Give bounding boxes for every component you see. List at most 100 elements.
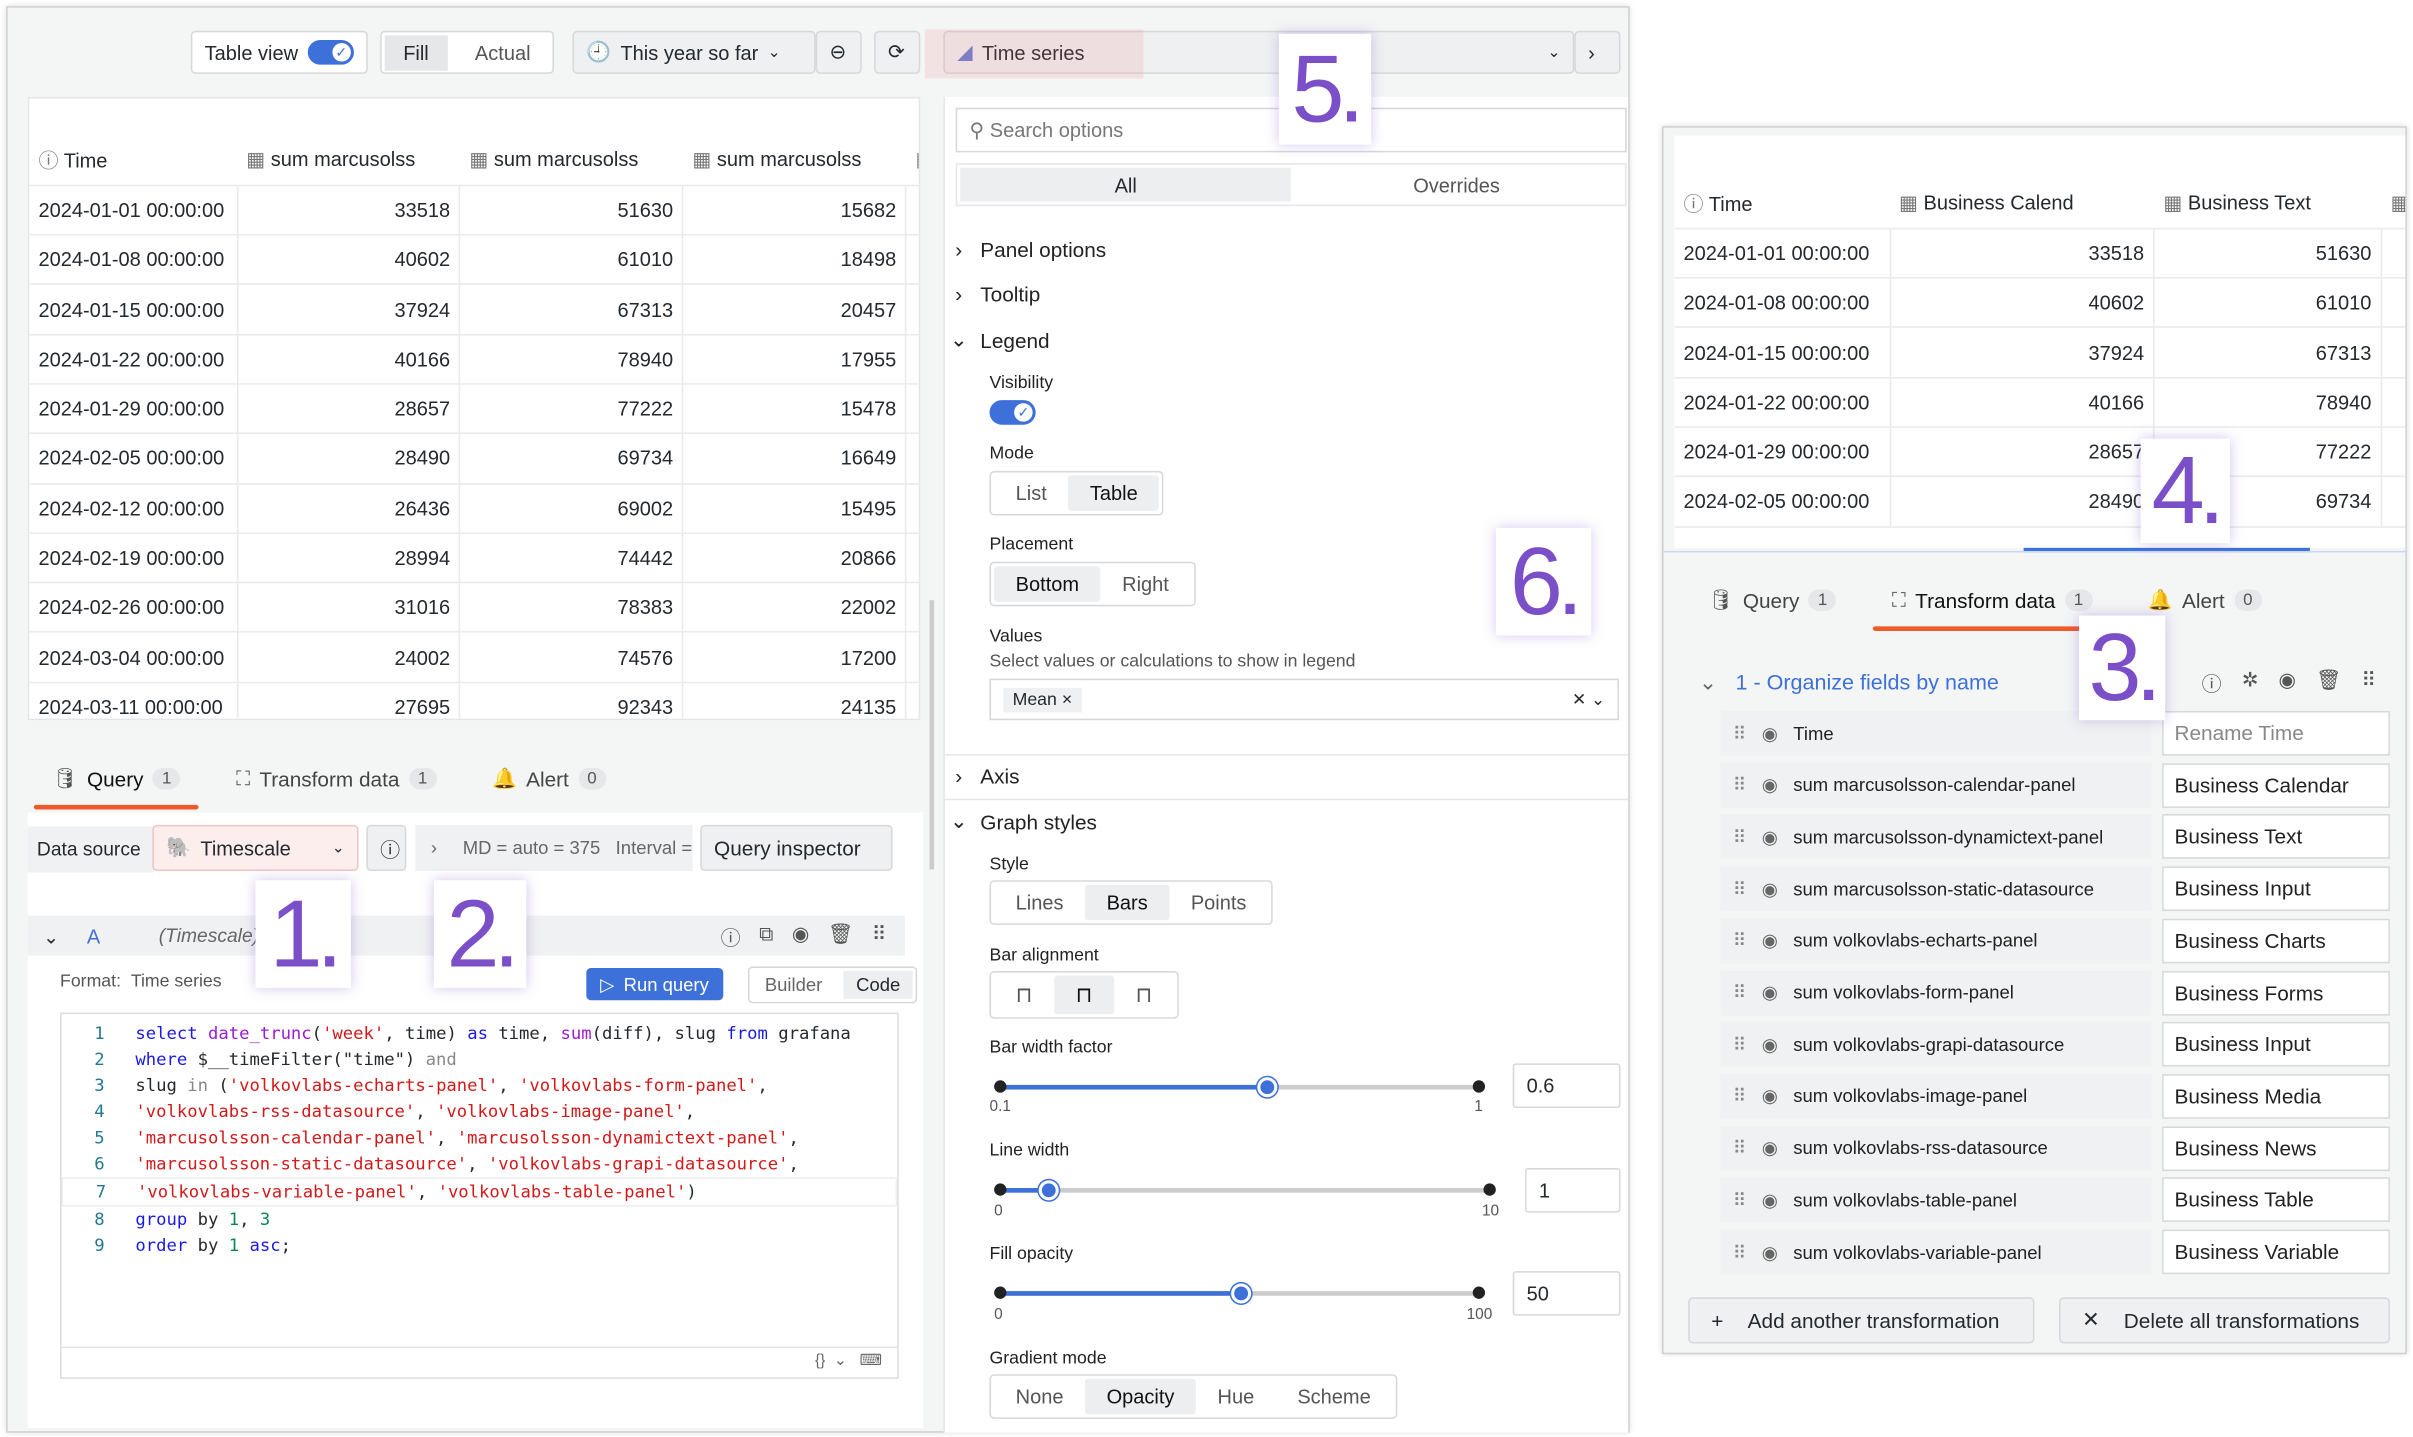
column-header[interactable]: ▦ sum marcusolss <box>236 135 461 186</box>
field-row[interactable]: ⠿ ◉ sum volkovlabs-echarts-panel <box>1720 918 2152 964</box>
collapse-icon[interactable]: ⌄ <box>1699 669 1717 695</box>
vertical-scrollbar[interactable] <box>929 600 935 870</box>
style-points[interactable]: Points <box>1169 885 1268 920</box>
collapse-icon[interactable]: ⌄ <box>43 924 59 948</box>
gradient-hue[interactable]: Hue <box>1196 1379 1276 1414</box>
eye-icon[interactable]: ◉ <box>1762 1189 1778 1211</box>
help-icon[interactable]: ⓘ <box>721 921 741 950</box>
tab-all[interactable]: All <box>960 167 1292 202</box>
rename-field-input[interactable]: Business Text <box>2162 814 2390 860</box>
remove-chip-icon[interactable]: × <box>1062 690 1072 708</box>
tab-overrides[interactable]: Overrides <box>1291 168 1622 202</box>
query-options[interactable]: › MD = auto = 375 Interval = <box>415 824 693 872</box>
clear-icon[interactable]: ✕ ⌄ <box>1572 689 1605 709</box>
rename-field-input[interactable]: Business Input <box>2162 1022 2390 1067</box>
field-row[interactable]: ⠿ ◉ sum volkovlabs-variable-panel <box>1720 1229 2152 1275</box>
fill-button[interactable]: Fill <box>384 34 448 71</box>
query-inspector-button[interactable]: Query inspector <box>700 824 893 872</box>
eye-icon[interactable]: ◉ <box>1762 826 1778 848</box>
drag-handle-icon[interactable]: ⠿ <box>2361 667 2376 696</box>
eye-icon[interactable]: ◉ <box>1762 723 1778 745</box>
line-width-slider[interactable] <box>994 1180 1496 1201</box>
section-graph-styles[interactable]: ⌄ Graph styles <box>950 809 1627 834</box>
toggle-switch[interactable] <box>307 40 354 65</box>
style-bars[interactable]: Bars <box>1085 884 1170 921</box>
gradient-none[interactable]: None <box>994 1379 1085 1414</box>
format-select[interactable]: Time series <box>131 973 222 991</box>
query-ref-id[interactable]: A <box>87 924 100 947</box>
trash-icon[interactable]: 🗑 <box>2316 667 2341 696</box>
rename-field-input[interactable]: Business Table <box>2162 1177 2390 1223</box>
drag-handle-icon[interactable]: ⠿ <box>1733 723 1747 745</box>
drag-handle-icon[interactable]: ⠿ <box>1733 1189 1747 1211</box>
help-button[interactable]: ⓘ <box>366 824 407 872</box>
field-row[interactable]: ⠿ ◉ sum marcusolsson-dynamictext-panel <box>1720 814 2152 860</box>
drag-handle-icon[interactable]: ⠿ <box>1733 1034 1747 1056</box>
fill-opacity-input[interactable]: 50 <box>1512 1271 1621 1316</box>
gradient-scheme[interactable]: Scheme <box>1276 1379 1392 1414</box>
eye-icon[interactable]: ◉ <box>1762 930 1778 952</box>
time-range-picker[interactable]: 🕘 This year so far ⌄ <box>572 30 816 74</box>
field-row[interactable]: ⠿ ◉ sum marcusolsson-calendar-panel <box>1720 762 2152 808</box>
debug-icon[interactable]: ✲ <box>2242 667 2259 696</box>
rename-field-input[interactable]: Business Charts <box>2162 918 2390 964</box>
section-axis[interactable]: › Axis <box>950 765 1627 788</box>
mode-list[interactable]: List <box>994 476 1068 511</box>
field-row[interactable]: ⠿ ◉ sum volkovlabs-grapi-datasource <box>1720 1022 2152 1067</box>
legend-values-select[interactable]: Mean × ✕ ⌄ <box>989 678 1619 721</box>
align-before-icon[interactable]: ⊓ <box>994 976 1054 1014</box>
drag-handle-icon[interactable]: ⠿ <box>1733 774 1747 796</box>
eye-icon[interactable]: ◉ <box>1762 878 1778 900</box>
data-source-picker[interactable]: 🐘 Timescale ⌄ <box>152 824 359 872</box>
field-row[interactable]: ⠿ ◉ sum volkovlabs-image-panel <box>1720 1073 2152 1119</box>
rename-field-input[interactable]: Business Input <box>2162 866 2390 912</box>
drag-handle-icon[interactable]: ⠿ <box>1733 1086 1747 1108</box>
code-button[interactable]: Code <box>843 971 913 999</box>
drag-handle-icon[interactable]: ⠿ <box>1733 930 1747 952</box>
column-header[interactable]: ⓘ Time <box>1674 178 1890 229</box>
zoom-out-button[interactable]: ⊖ <box>815 30 862 74</box>
rename-field-input[interactable]: Business Calendar <box>2162 762 2390 808</box>
column-header[interactable]: ▦ Business Calend <box>1889 178 2155 229</box>
column-header[interactable]: ▦ Business Text <box>2154 178 2382 229</box>
builder-button[interactable]: Builder <box>753 971 835 999</box>
eye-icon[interactable]: ◉ <box>1762 1086 1778 1108</box>
align-after-icon[interactable]: ⊓ <box>1114 976 1174 1014</box>
actual-button[interactable]: Actual <box>456 35 549 70</box>
delete-transformations-button[interactable]: ✕ Delete all transformations <box>2059 1297 2390 1344</box>
placement-bottom[interactable]: Bottom <box>994 566 1101 602</box>
collapse-options-button[interactable]: › <box>1574 30 1621 74</box>
keyboard-icon[interactable]: ⌨ <box>860 1353 882 1370</box>
eye-icon[interactable]: ◉ <box>792 921 809 950</box>
fill-opacity-slider[interactable] <box>994 1283 1486 1304</box>
refresh-button[interactable]: ⟳ <box>874 30 921 74</box>
format-code-icon[interactable]: {} <box>815 1353 825 1370</box>
column-header[interactable]: ▦ sum marcusolss <box>460 135 684 186</box>
field-row[interactable]: ⠿ ◉ sum marcusolsson-static-datasource <box>1720 866 2152 912</box>
slider-handle[interactable] <box>1257 1077 1278 1098</box>
rename-field-input[interactable]: Business Media <box>2162 1073 2390 1119</box>
duplicate-icon[interactable]: ⧉ <box>759 921 773 950</box>
drag-handle-icon[interactable]: ⠿ <box>872 921 887 950</box>
mode-table[interactable]: Table <box>1068 475 1160 511</box>
eye-icon[interactable]: ◉ <box>1762 1034 1778 1056</box>
transformation-header[interactable]: ⌄ 1 - Organize fields by name ⓘ ✲ ◉ 🗑 ⠿ <box>1687 660 2395 703</box>
tab-alert[interactable]: 🔔 Alert 0 <box>486 757 612 800</box>
line-width-input[interactable]: 1 <box>1525 1168 1621 1213</box>
column-header[interactable]: ▦ su <box>906 135 919 186</box>
rename-field-input[interactable]: Rename Time <box>2162 710 2390 756</box>
eye-icon[interactable]: ◉ <box>1762 1137 1778 1159</box>
code-editor[interactable]: 1 select date_trunc('week', time) as time… <box>60 1012 899 1379</box>
column-header[interactable]: ⓘ Time <box>29 135 237 186</box>
rename-field-input[interactable]: Business News <box>2162 1125 2390 1171</box>
placement-right[interactable]: Right <box>1101 566 1191 601</box>
field-row[interactable]: ⠿ ◉ sum volkovlabs-table-panel <box>1720 1177 2152 1223</box>
slider-handle[interactable] <box>1230 1283 1251 1304</box>
rename-field-input[interactable]: Business Forms <box>2162 970 2390 1015</box>
field-row[interactable]: ⠿ ◉ sum volkovlabs-rss-datasource <box>1720 1125 2152 1171</box>
trash-icon[interactable]: 🗑 <box>828 921 853 950</box>
slider-handle[interactable] <box>1038 1180 1059 1201</box>
drag-handle-icon[interactable]: ⠿ <box>1733 982 1747 1004</box>
bar-width-slider[interactable] <box>994 1077 1486 1098</box>
drag-handle-icon[interactable]: ⠿ <box>1733 1137 1747 1159</box>
